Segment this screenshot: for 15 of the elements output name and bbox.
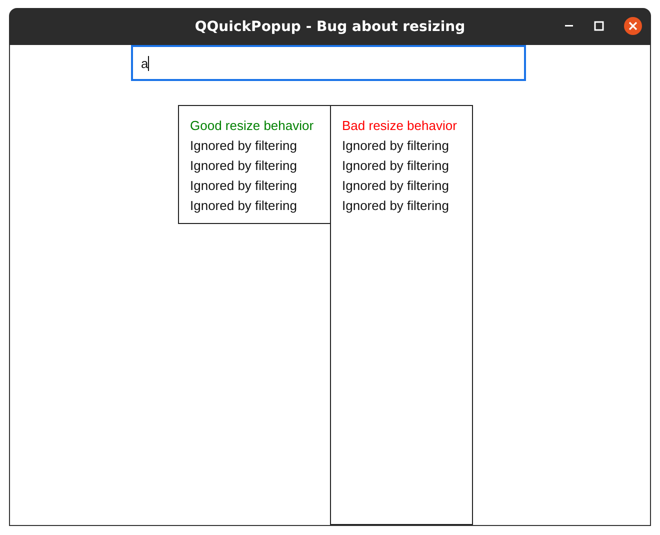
list-item[interactable]: Ignored by filtering — [342, 136, 472, 156]
close-icon[interactable] — [624, 17, 642, 35]
list-item[interactable]: Ignored by filtering — [342, 196, 472, 216]
list-item[interactable]: Ignored by filtering — [190, 196, 330, 216]
maximize-icon[interactable] — [594, 21, 604, 31]
list-item[interactable]: Ignored by filtering — [190, 136, 330, 156]
minimize-icon[interactable] — [564, 25, 574, 27]
list-item[interactable]: Ignored by filtering — [342, 156, 472, 176]
list-item[interactable]: Ignored by filtering — [190, 156, 330, 176]
text-field[interactable]: a — [131, 45, 526, 81]
list-item[interactable]: Ignored by filtering — [342, 176, 472, 196]
list-item[interactable]: Good resize behavior — [190, 116, 330, 136]
window-title: QQuickPopup - Bug about resizing — [194, 18, 466, 34]
list-item[interactable]: Ignored by filtering — [190, 176, 330, 196]
list-item[interactable]: Bad resize behavior — [342, 116, 472, 136]
